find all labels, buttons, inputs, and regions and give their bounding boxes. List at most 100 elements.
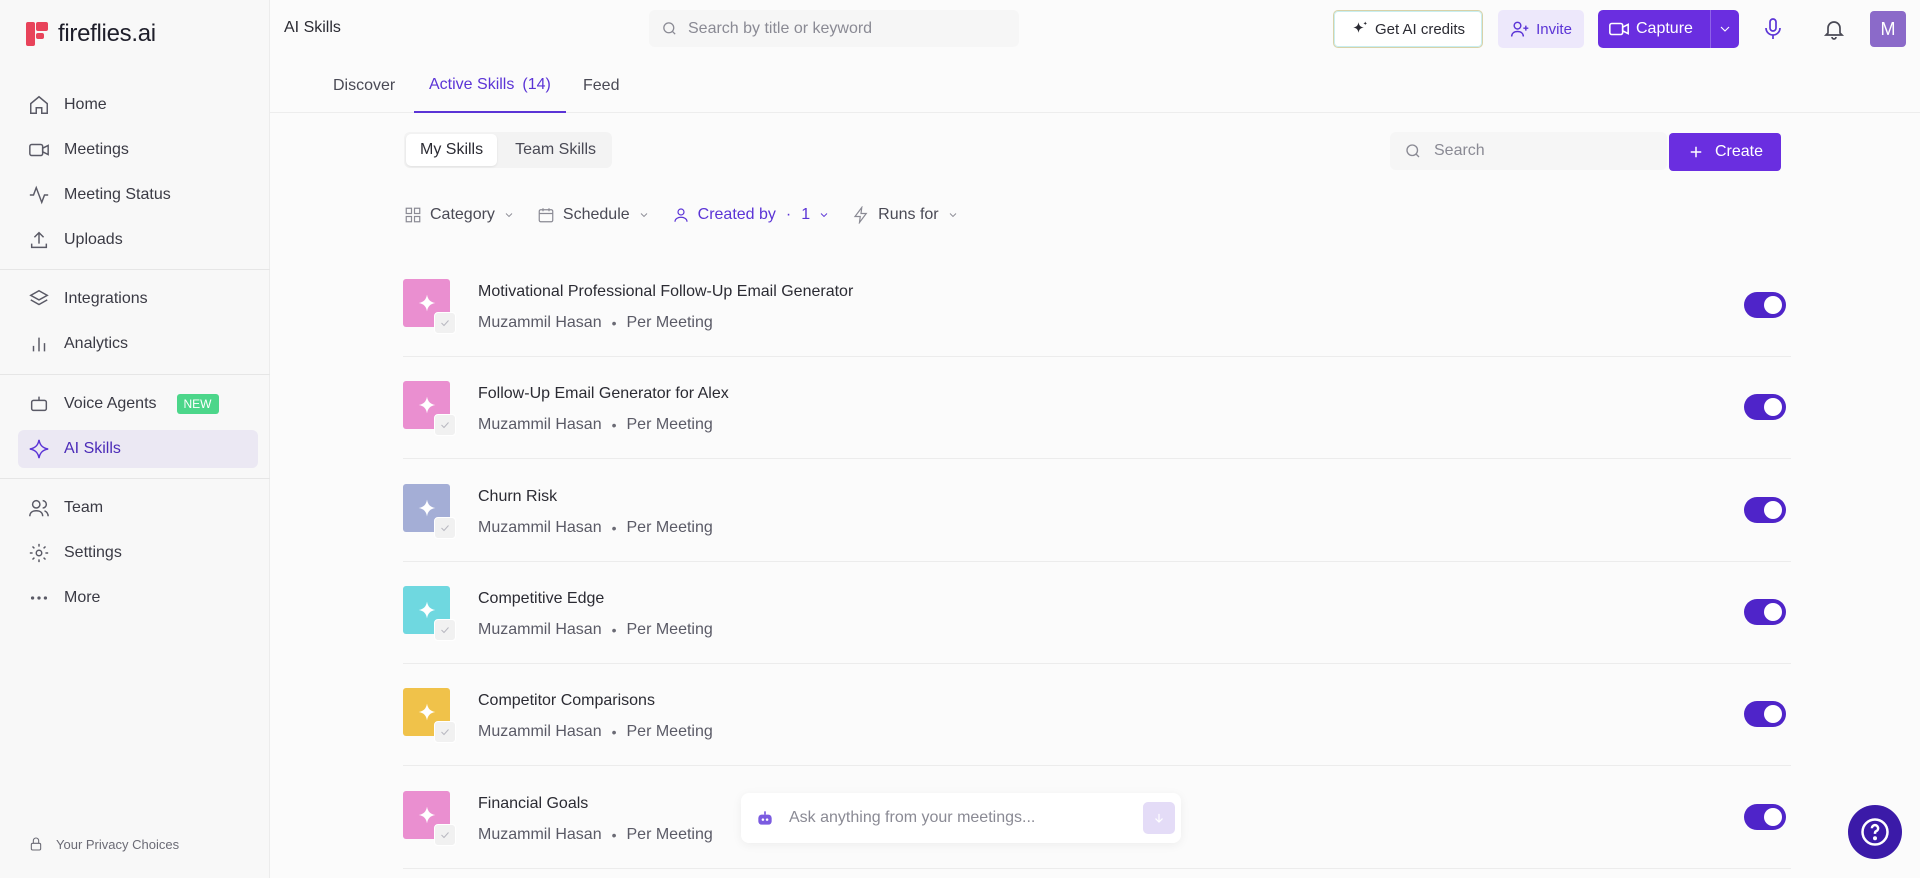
chevron-down-icon [1720, 26, 1730, 32]
skill-row[interactable]: Motivational Professional Follow-Up Emai… [403, 255, 1791, 357]
skill-author: Muzammil Hasan [478, 620, 602, 638]
skill-frequency: Per Meeting [626, 416, 713, 434]
skill-title[interactable]: Financial Goals [478, 795, 588, 813]
runs-for-filter-label: Runs for [878, 206, 939, 223]
ask-meetings-bar[interactable]: Ask anything from your meetings... [741, 793, 1181, 843]
skill-icon [403, 279, 457, 334]
skill-enabled-toggle[interactable] [1744, 598, 1786, 625]
sidebar-item-meetings[interactable]: Meetings [18, 131, 258, 169]
skill-row[interactable]: Follow-Up Email Generator for Alex Muzam… [403, 357, 1791, 460]
check-badge [434, 618, 456, 641]
lock-icon [30, 837, 42, 851]
capture-button[interactable]: Capture [1598, 10, 1739, 48]
category-filter-label: Category [430, 206, 495, 223]
skill-author: Muzammil Hasan [478, 723, 602, 741]
check-badge [434, 414, 456, 437]
global-search[interactable] [649, 10, 1019, 47]
skill-row[interactable]: Churn Risk Muzammil Hasan • Per Meeting [403, 460, 1791, 562]
skill-enabled-toggle[interactable] [1744, 701, 1786, 728]
sidebar-item-label: Meeting Status [64, 186, 171, 203]
home-icon [30, 95, 48, 114]
skill-row[interactable]: Competitive Edge Muzammil Hasan • Per Me… [403, 562, 1791, 664]
skill-title[interactable]: Churn Risk [478, 488, 557, 506]
team-skills-segment[interactable]: Team Skills [501, 134, 610, 166]
sidebar-item-label: Home [64, 96, 107, 113]
fireflies-logo[interactable]: fireflies.ai [26, 20, 156, 48]
get-ai-credits-button[interactable]: Get AI credits [1333, 10, 1483, 48]
sparkle-icon [418, 499, 435, 516]
layers-icon [29, 289, 49, 306]
skill-row[interactable]: Competitor Comparisons Muzammil Hasan • … [403, 664, 1791, 767]
skill-enabled-toggle[interactable] [1744, 496, 1786, 523]
global-search-input[interactable] [688, 19, 1008, 38]
skills-search[interactable] [1390, 132, 1667, 170]
check-badge [434, 823, 456, 846]
page-title: AI Skills [284, 19, 341, 36]
my-skills-segment[interactable]: My Skills [406, 134, 498, 166]
skill-enabled-toggle[interactable] [1744, 292, 1786, 318]
video-icon [29, 143, 49, 157]
created-by-count: 1 [801, 206, 811, 223]
bar-chart-icon [32, 337, 46, 352]
tab-discover[interactable]: Discover [333, 58, 395, 113]
sidebar-item-uploads[interactable]: Uploads [18, 221, 258, 259]
bolt-icon [853, 206, 868, 224]
bell-icon [1823, 21, 1845, 40]
category-filter[interactable]: Category [404, 206, 515, 224]
privacy-choices-link[interactable]: Your Privacy Choices [28, 836, 179, 852]
skill-title[interactable]: Competitor Comparisons [478, 692, 655, 710]
sidebar: fireflies.ai Home Meetings Meeting Statu… [0, 0, 270, 878]
skills-search-input[interactable] [1434, 142, 1654, 160]
chevron-down-icon [505, 213, 513, 218]
create-skill-button[interactable]: Create [1669, 133, 1781, 171]
capture-main[interactable]: Capture [1598, 10, 1710, 48]
schedule-filter[interactable]: Schedule [537, 206, 650, 224]
meta-separator: • [611, 724, 617, 741]
sparkle-icon [418, 294, 435, 312]
skill-enabled-toggle[interactable] [1744, 803, 1786, 830]
ask-send-button[interactable] [1143, 802, 1175, 834]
sidebar-item-team[interactable]: Team [18, 489, 258, 527]
ask-input-placeholder[interactable]: Ask anything from your meetings... [789, 809, 1129, 827]
sidebar-item-home[interactable]: Home [18, 86, 258, 124]
skill-icon [403, 585, 457, 641]
skill-title[interactable]: Follow-Up Email Generator for Alex [478, 385, 729, 403]
calendar-icon [538, 208, 554, 223]
sidebar-item-more[interactable]: More [18, 579, 258, 617]
video-camera-icon [1609, 22, 1629, 36]
skill-meta: Muzammil Hasan • Per Meeting [478, 519, 713, 537]
sidebar-item-label: Settings [64, 544, 122, 561]
robot-icon [758, 811, 772, 825]
toggle-knob [1764, 296, 1782, 314]
skill-title[interactable]: Competitive Edge [478, 590, 604, 608]
notifications-button[interactable] [1822, 17, 1846, 46]
runs-for-filter[interactable]: Runs for [852, 206, 958, 224]
sidebar-item-settings[interactable]: Settings [18, 534, 258, 572]
get-ai-credits-label: Get AI credits [1374, 20, 1466, 38]
help-button[interactable] [1848, 805, 1902, 859]
sidebar-item-analytics[interactable]: Analytics [18, 325, 258, 363]
user-avatar[interactable]: M [1870, 11, 1906, 47]
skill-enabled-toggle[interactable] [1744, 394, 1786, 421]
chevron-down-icon [640, 213, 647, 218]
tab-feed[interactable]: Feed [583, 58, 619, 113]
created-by-filter[interactable]: Created by · 1 [672, 206, 831, 224]
toggle-knob [1764, 705, 1782, 724]
capture-dropdown[interactable] [1710, 10, 1739, 48]
sidebar-item-meeting-status[interactable]: Meeting Status [18, 176, 258, 214]
skill-meta: Muzammil Hasan • Per Meeting [478, 621, 713, 639]
invite-button[interactable]: Invite [1498, 10, 1584, 48]
arrow-down-icon [1155, 813, 1163, 823]
tab-count: (14) [522, 75, 551, 93]
microphone-button[interactable] [1761, 17, 1785, 46]
skill-meta: Muzammil Hasan • Per Meeting [478, 314, 713, 332]
sparkle-icon [418, 601, 435, 619]
sidebar-item-ai-skills[interactable]: AI Skills [18, 430, 258, 468]
sidebar-item-voice-agents[interactable]: Voice Agents NEW [18, 385, 258, 423]
sidebar-item-label: Uploads [64, 231, 123, 248]
skill-title[interactable]: Motivational Professional Follow-Up Emai… [478, 283, 853, 301]
tab-active-skills[interactable]: Active Skills (14) [414, 58, 566, 113]
sidebar-item-integrations[interactable]: Integrations [18, 280, 258, 318]
toggle-knob [1764, 500, 1782, 519]
search-icon [663, 22, 676, 35]
